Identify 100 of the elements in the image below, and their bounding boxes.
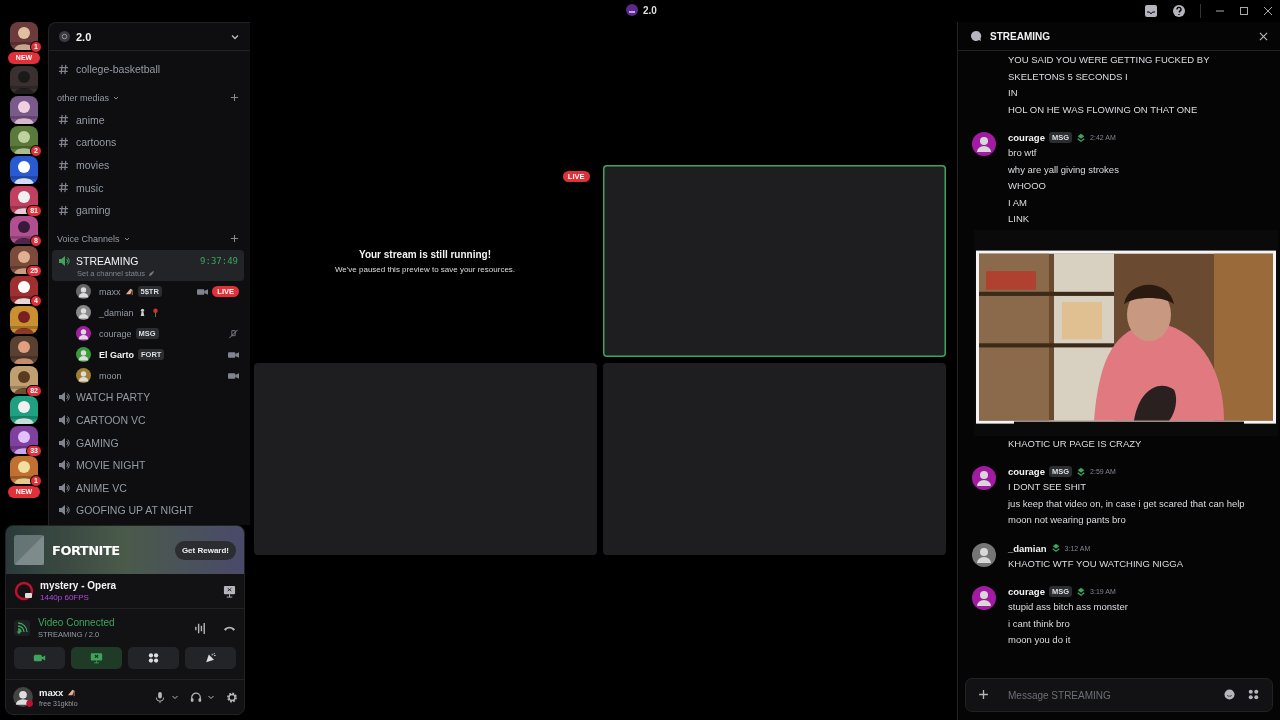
message-text: stupid ass bitch ass monster	[1008, 600, 1128, 614]
server-header[interactable]: 2.0	[49, 23, 250, 51]
microphone-icon[interactable]	[154, 690, 166, 704]
message-text: HOL ON HE WAS FLOWING ON THAT ONE	[1008, 102, 1199, 117]
text-channel[interactable]: music	[52, 176, 244, 199]
close-icon[interactable]	[1259, 31, 1268, 41]
text-channel[interactable]: college-basketball	[52, 58, 244, 81]
user-avatar[interactable]	[12, 686, 34, 708]
text-channel[interactable]: gaming	[52, 198, 244, 222]
chat-title: STREAMING	[990, 30, 1050, 42]
author-name[interactable]: _damian	[1008, 542, 1047, 554]
camera-button[interactable]	[14, 647, 65, 669]
inbox-icon[interactable]	[1144, 4, 1158, 18]
message-text: moon not wearing pants bro	[1008, 513, 1127, 527]
author-name[interactable]: courage	[1008, 132, 1045, 143]
role-icon	[1050, 543, 1061, 553]
role-icon	[1076, 586, 1087, 597]
member-name[interactable]: moon	[99, 370, 122, 381]
message-text: bro wtf	[1008, 146, 1038, 160]
text-channel[interactable]: movies	[52, 153, 244, 177]
soundboard-button[interactable]	[185, 647, 236, 669]
pencil-icon[interactable]	[147, 270, 155, 278]
screen-button[interactable]	[71, 647, 122, 669]
voice-channel[interactable]: GAMING	[52, 431, 244, 454]
rose-icon	[150, 308, 160, 318]
get-reward-button[interactable]: Get Reward!	[174, 540, 236, 560]
emoji-icon[interactable]	[1224, 689, 1235, 700]
voice-channel[interactable]: WATCH PARTY	[52, 386, 244, 409]
stop-stream-icon[interactable]	[223, 584, 236, 598]
chevron-down-icon[interactable]	[171, 693, 179, 701]
text-channel[interactable]: anime	[52, 108, 244, 132]
voice-channel[interactable]: GOOFING UP AT NIGHT	[52, 499, 244, 522]
settings-icon[interactable]	[226, 690, 238, 704]
soundboard-icon	[204, 652, 217, 664]
avatar[interactable]	[972, 132, 996, 156]
member-name[interactable]: maxx	[99, 286, 121, 297]
apps-icon[interactable]	[1248, 689, 1259, 700]
video-tile[interactable]	[253, 363, 597, 555]
chevron-down-icon[interactable]	[207, 693, 215, 701]
heel-icon	[67, 688, 77, 697]
member-name[interactable]: _damian	[99, 307, 134, 318]
message-text: i cant think bro	[1008, 616, 1071, 631]
muted-icon	[228, 328, 239, 339]
server-icon	[59, 31, 70, 42]
camera-icon	[197, 286, 209, 297]
message-text: WHOOO	[1008, 179, 1047, 193]
video-tile[interactable]	[602, 165, 946, 357]
message-text: KHAOTIC UR PAGE IS CRAZY	[1008, 436, 1142, 451]
close-icon[interactable]	[1263, 6, 1273, 16]
video-tile[interactable]	[602, 363, 946, 555]
speaker-icon	[58, 436, 70, 449]
message-text: I DONT SEE SHIT	[1008, 480, 1087, 494]
message-text: LINK	[1008, 212, 1031, 226]
role-icon	[1076, 466, 1087, 477]
server-name: 2.0	[76, 30, 92, 43]
member-name[interactable]: El Garto	[99, 349, 134, 360]
avatar[interactable]	[972, 542, 996, 567]
activities-button[interactable]	[128, 647, 179, 669]
avatar[interactable]	[76, 347, 91, 363]
help-icon[interactable]	[1172, 4, 1186, 18]
camera-icon	[228, 370, 239, 381]
member-name[interactable]: courage	[99, 328, 132, 339]
game-title: FORTNITE	[52, 542, 120, 558]
speaker-icon	[58, 481, 70, 494]
voice-channel[interactable]: CARTOON VC	[52, 408, 244, 432]
notice-text: We've paused this preview to save your resources.	[334, 264, 516, 274]
connection-status[interactable]: Video Connected	[38, 617, 115, 628]
add-icon[interactable]	[230, 234, 239, 244]
avatar[interactable]	[76, 284, 91, 300]
hash-icon	[58, 63, 69, 75]
headphones-icon[interactable]	[190, 690, 202, 704]
avatar[interactable]	[972, 466, 996, 490]
avatar[interactable]	[972, 586, 996, 610]
maximize-icon[interactable]	[1239, 6, 1249, 16]
stream-title: mystery - Opera	[40, 580, 117, 591]
add-icon[interactable]	[230, 93, 239, 103]
text-channel[interactable]: cartoons	[52, 131, 244, 154]
role-icon	[1076, 132, 1087, 143]
app-icon	[14, 581, 34, 601]
signal-icon	[14, 620, 30, 636]
hash-icon	[58, 114, 69, 126]
category-header[interactable]: other medias	[57, 92, 110, 103]
avatar[interactable]	[76, 305, 91, 321]
message-text: I AM	[1008, 195, 1028, 210]
username: maxx	[39, 687, 64, 698]
avatar[interactable]	[76, 368, 91, 384]
screen-share-icon	[90, 652, 103, 664]
author-name[interactable]: courage	[1008, 586, 1045, 597]
sound-wave-icon[interactable]	[194, 621, 207, 635]
category-header[interactable]: Voice Channels	[57, 233, 120, 244]
author-name[interactable]: courage	[1008, 466, 1045, 477]
voice-channel[interactable]: MOVIE NIGHT	[52, 453, 244, 477]
call-timer: 9:37:49	[200, 255, 238, 266]
voice-channel[interactable]: ANIME VC	[52, 476, 244, 500]
server-icon	[626, 4, 638, 16]
message-input[interactable]: Message STREAMING	[965, 678, 1273, 712]
notice-title: Your stream is still running!	[358, 248, 492, 260]
stream-quality: 1440p 60FPS	[40, 593, 90, 602]
avatar[interactable]	[76, 326, 91, 342]
hash-icon	[58, 137, 69, 148]
